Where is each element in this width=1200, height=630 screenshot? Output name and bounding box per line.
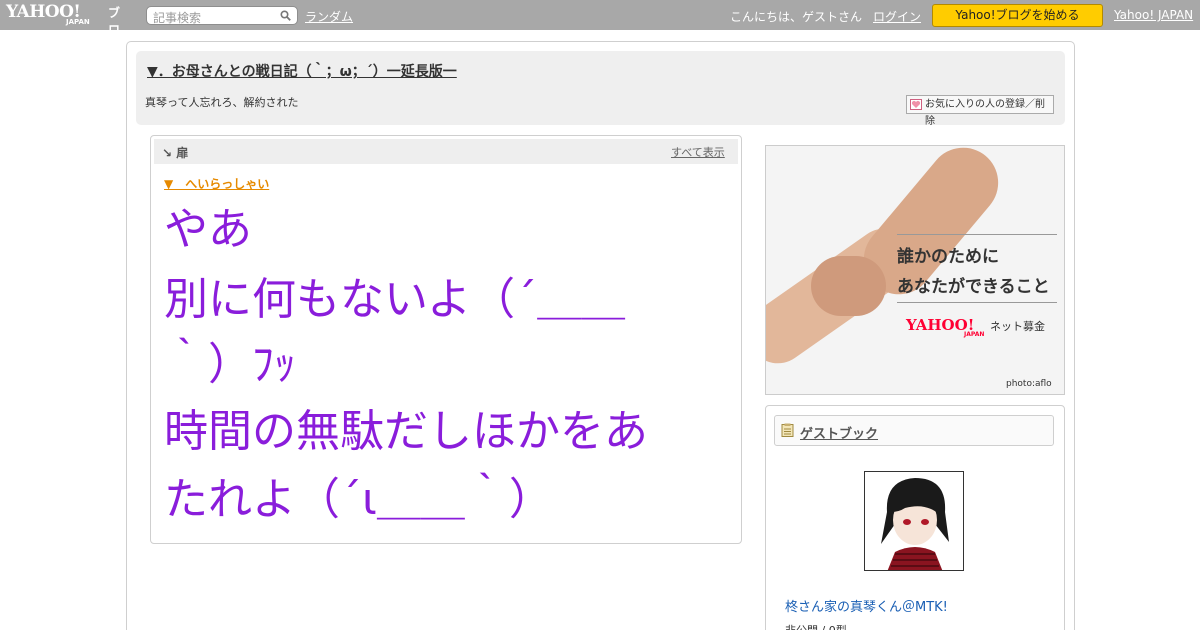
- favorite-register-button[interactable]: お気に入りの人の登録／削除: [906, 95, 1054, 127]
- login-link[interactable]: ログイン: [873, 8, 921, 25]
- post-title[interactable]: ▼ へいらっしゃい: [164, 175, 269, 192]
- article-category: ↘ 扉: [162, 146, 189, 160]
- search-input[interactable]: [147, 9, 275, 27]
- profile-name-link[interactable]: 柊さん家の真琴くん＠MTK!: [785, 596, 948, 615]
- ad-yahoo-logo-sub: JAPAN: [964, 331, 985, 338]
- search-icon[interactable]: [280, 10, 291, 21]
- post-body-line: 時間の無駄だしほかをあ: [164, 406, 648, 457]
- global-header: YAHOO! JAPAN ブログ ランダム こんにちは、ゲストさん ログイン Y…: [0, 0, 1200, 54]
- ad-handshake-graphic: [811, 256, 886, 316]
- logo-blog-text: ブログ: [108, 6, 121, 54]
- post-body-line: たれよ（´ι＿＿｀）: [164, 474, 553, 525]
- logo-japan-text: JAPAN: [66, 18, 90, 26]
- yahoo-japan-link[interactable]: Yahoo! JAPAN: [1114, 8, 1193, 22]
- search-box: [146, 6, 298, 27]
- ad-divider: [897, 302, 1057, 303]
- start-blog-button[interactable]: Yahoo!ブログを始める: [932, 4, 1103, 27]
- article-header-bar: [154, 139, 738, 164]
- show-all-link[interactable]: すべて表示: [671, 144, 725, 160]
- post-body-line: やあ: [164, 204, 252, 255]
- blog-title[interactable]: ▼．お母さんとの戦日記（｀；ω；´）一延長版一: [147, 61, 457, 81]
- guestbook-link[interactable]: ゲストブック: [800, 423, 878, 442]
- ad-copy-line2: あなたができること: [897, 277, 1050, 297]
- post-body-line: 別に何もないよ（´＿＿: [164, 274, 626, 325]
- blog-description: 真琴って人忘れろ、解約された: [145, 96, 299, 109]
- ad-service-name: ネット募金: [990, 320, 1045, 333]
- ad-divider: [897, 234, 1057, 235]
- charity-ad-banner[interactable]: 誰かのために あなたができること YAHOO! JAPAN ネット募金 phot…: [765, 145, 1065, 395]
- guest-greeting: こんにちは、ゲストさん: [730, 10, 863, 24]
- avatar-illustration: [865, 472, 963, 570]
- avatar[interactable]: [864, 471, 964, 571]
- ad-photo-credit: photo:aflo: [1006, 379, 1052, 389]
- heart-icon: [910, 99, 922, 110]
- post-body-line: ｀）ﾌｯ: [164, 339, 296, 390]
- notepad-icon: [781, 423, 794, 437]
- ad-copy-line1: 誰かのために: [897, 247, 999, 267]
- profile-info: 非公開 / 0型: [785, 622, 847, 630]
- random-link[interactable]: ランダム: [305, 8, 353, 25]
